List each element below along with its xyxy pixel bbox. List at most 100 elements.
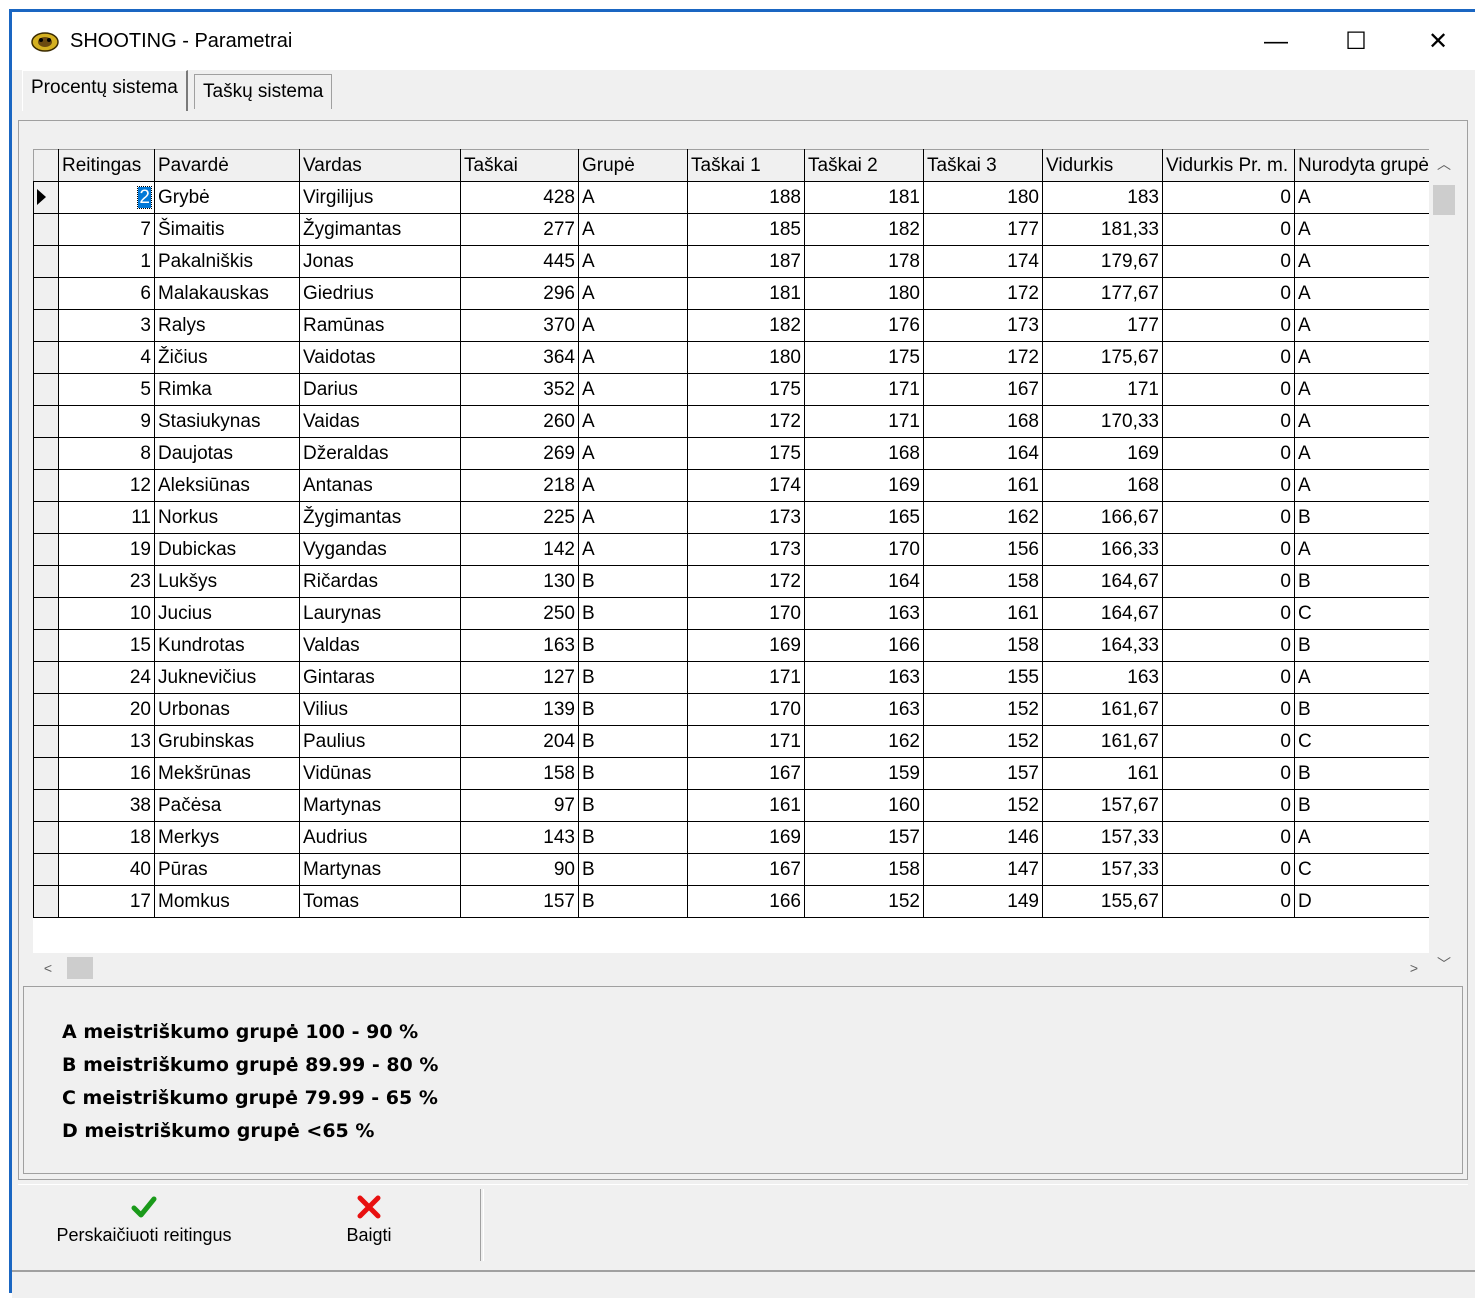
row-indicator[interactable] [33,501,59,534]
table-cell[interactable]: A [1294,181,1443,214]
table-cell[interactable]: Pūras [154,853,300,886]
table-cell[interactable]: 163 [1042,661,1163,694]
table-cell[interactable]: 166,33 [1042,533,1163,566]
column-header[interactable]: Reitingas [58,149,155,182]
table-cell[interactable]: 9 [58,405,155,438]
row-indicator[interactable] [33,533,59,566]
table-cell[interactable]: Martynas [299,789,461,822]
table-cell[interactable]: 176 [804,309,924,342]
table-cell[interactable]: 179,67 [1042,245,1163,278]
table-cell[interactable]: 162 [804,725,924,758]
table-cell[interactable]: Aleksiūnas [154,469,300,502]
table-cell[interactable]: 3 [58,309,155,342]
table-cell[interactable]: 175,67 [1042,341,1163,374]
table-cell[interactable]: A [578,373,688,406]
row-indicator[interactable] [33,725,59,758]
table-cell[interactable]: 260 [460,405,579,438]
row-indicator[interactable] [33,341,59,374]
table-row[interactable]: 20 Urbonas Vilius 139 B 170 163 152 161,67 0 B [33,693,1443,726]
table-row[interactable]: 13 Grubinskas Paulius 204 B 171 162 152 161,67 0 C [33,725,1443,758]
table-cell[interactable]: 168 [1042,469,1163,502]
table-cell[interactable]: 180 [923,181,1043,214]
table-cell[interactable]: 0 [1162,469,1295,502]
table-cell[interactable]: 177 [923,213,1043,246]
table-cell[interactable]: 147 [923,853,1043,886]
table-cell[interactable]: Dubickas [154,533,300,566]
table-cell[interactable]: 171 [804,373,924,406]
table-row[interactable]: 17 Momkus Tomas 157 B 166 152 149 155,67 0 D [33,885,1443,918]
table-cell[interactable]: Juknevičius [154,661,300,694]
table-cell[interactable]: A [1294,405,1443,438]
table-cell[interactable]: C [1294,725,1443,758]
table-cell[interactable]: B [578,597,688,630]
table-cell[interactable]: 97 [460,789,579,822]
table-cell[interactable]: C [1294,597,1443,630]
table-cell[interactable]: 158 [923,565,1043,598]
table-cell[interactable]: 152 [923,693,1043,726]
table-cell[interactable]: 18 [58,821,155,854]
table-cell[interactable]: 204 [460,725,579,758]
tab-tasku-sistema[interactable]: Taškų sistema [194,74,333,109]
column-header[interactable]: Vidurkis [1042,149,1163,182]
table-cell[interactable]: Virgilijus [299,181,461,214]
maximize-button[interactable]: ☐ [1326,22,1386,62]
table-cell[interactable]: 163 [804,661,924,694]
row-indicator[interactable] [33,309,59,342]
table-cell[interactable]: 1 [58,245,155,278]
table-cell[interactable]: B [1294,501,1443,534]
table-cell[interactable]: 171 [1042,373,1163,406]
table-cell[interactable]: 163 [804,693,924,726]
table-cell[interactable]: 168 [923,405,1043,438]
table-cell[interactable]: Kundrotas [154,629,300,662]
table-row[interactable]: 40 Pūras Martynas 90 B 167 158 147 157,33 0 C [33,853,1443,886]
table-cell[interactable]: 164 [804,565,924,598]
table-cell[interactable]: 0 [1162,821,1295,854]
table-cell[interactable]: A [578,213,688,246]
table-cell[interactable]: 218 [460,469,579,502]
table-cell[interactable]: 162 [923,501,1043,534]
table-cell[interactable]: Stasiukynas [154,405,300,438]
table-cell[interactable]: 169 [687,821,805,854]
table-cell[interactable]: 174 [923,245,1043,278]
table-cell[interactable]: A [1294,245,1443,278]
table-cell[interactable]: Darius [299,373,461,406]
table-cell[interactable]: 164,67 [1042,597,1163,630]
row-indicator[interactable] [33,373,59,406]
table-cell[interactable]: Jucius [154,597,300,630]
table-cell[interactable]: Gintaras [299,661,461,694]
table-row[interactable]: 5 Rimka Darius 352 A 175 171 167 171 0 A [33,373,1443,406]
table-cell[interactable]: 130 [460,565,579,598]
table-cell[interactable]: 167 [687,853,805,886]
row-indicator[interactable] [33,277,59,310]
table-cell[interactable]: 167 [687,757,805,790]
table-cell[interactable]: 15 [58,629,155,662]
table-cell[interactable]: 12 [58,469,155,502]
table-cell[interactable]: Norkus [154,501,300,534]
table-cell[interactable]: D [1294,885,1443,918]
minimize-button[interactable]: — [1246,22,1306,62]
table-cell[interactable]: Urbonas [154,693,300,726]
table-cell[interactable]: 0 [1162,693,1295,726]
table-row[interactable]: 4 Žičius Vaidotas 364 A 180 175 172 175,67 0 A [33,341,1443,374]
table-cell[interactable]: 142 [460,533,579,566]
table-cell[interactable]: 149 [923,885,1043,918]
table-cell[interactable]: 166 [804,629,924,662]
table-cell[interactable]: 11 [58,501,155,534]
table-cell[interactable]: 445 [460,245,579,278]
table-cell[interactable]: Giedrius [299,277,461,310]
table-cell[interactable]: 428 [460,181,579,214]
table-cell[interactable]: Vidūnas [299,757,461,790]
table-cell[interactable]: 0 [1162,789,1295,822]
table-cell[interactable]: 0 [1162,757,1295,790]
table-row[interactable]: 2 Grybė Virgilijus 428 A 188 181 180 183 0 A [33,181,1443,214]
column-header[interactable]: Nurodyta grupė [1294,149,1443,182]
table-cell[interactable]: 161,67 [1042,725,1163,758]
table-cell[interactable]: 156 [923,533,1043,566]
table-cell[interactable]: 352 [460,373,579,406]
table-cell[interactable]: Daujotas [154,437,300,470]
table-cell[interactable]: 172 [923,277,1043,310]
table-cell[interactable]: Mekšrūnas [154,757,300,790]
table-cell[interactable]: 165 [804,501,924,534]
table-cell[interactable]: 0 [1162,245,1295,278]
table-cell[interactable]: 172 [687,405,805,438]
